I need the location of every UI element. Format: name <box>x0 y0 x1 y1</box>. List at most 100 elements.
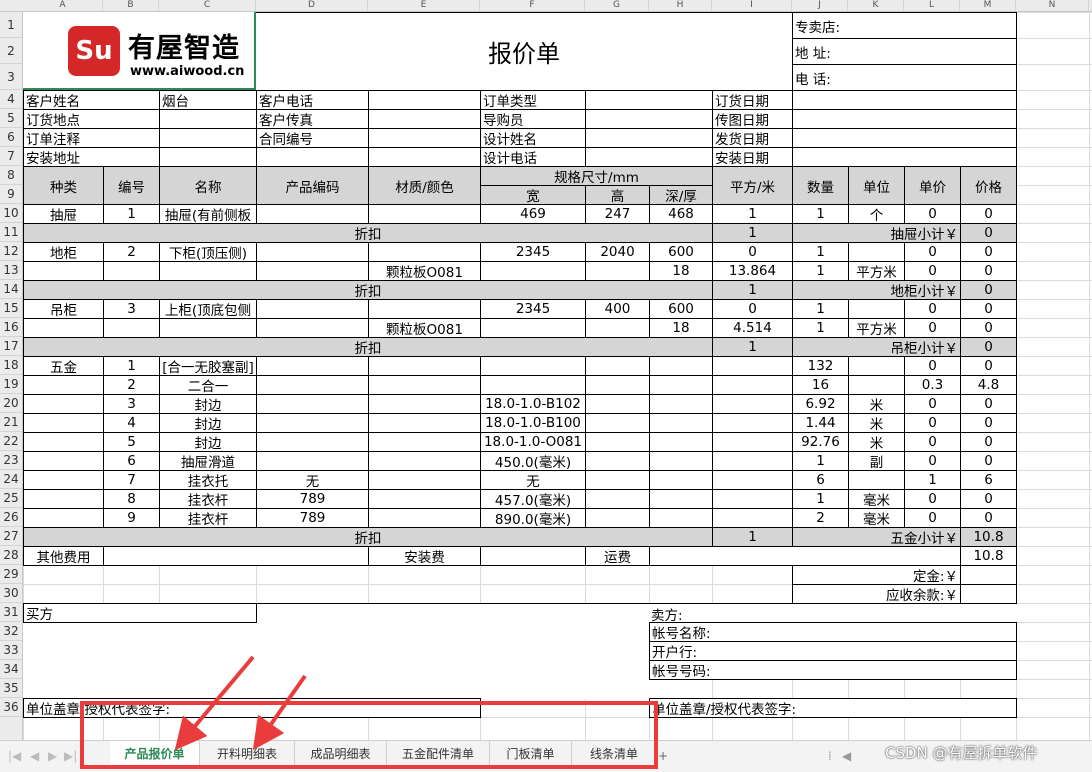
column-header-M[interactable]: M <box>960 0 1016 11</box>
item-cell[interactable]: 0 <box>960 356 1017 376</box>
item-cell[interactable] <box>368 394 481 414</box>
account-no-label[interactable]: 帐号号码: <box>649 660 1017 680</box>
item-cell[interactable] <box>368 470 481 490</box>
last-sheet-arrow-icon[interactable]: ▶| <box>64 749 77 763</box>
item-cell[interactable]: 18 <box>649 261 713 281</box>
item-cell[interactable] <box>712 432 793 452</box>
item-cell[interactable]: 0 <box>904 204 961 224</box>
discount-value[interactable]: 1 <box>712 527 793 547</box>
item-cell[interactable]: 副 <box>848 451 905 471</box>
item-cell[interactable]: 2 <box>103 375 160 395</box>
item-cell[interactable] <box>23 318 104 338</box>
item-cell[interactable] <box>23 413 104 433</box>
item-cell[interactable] <box>712 375 793 395</box>
item-cell[interactable]: 个 <box>848 204 905 224</box>
item-cell[interactable]: 1.44 <box>792 413 849 433</box>
item-cell[interactable]: 0 <box>960 432 1017 452</box>
info-cell[interactable]: 发货日期 <box>712 128 793 148</box>
info-cell[interactable]: 客户姓名 <box>23 90 160 110</box>
row-header-6[interactable]: 6 <box>0 128 22 147</box>
item-cell[interactable] <box>712 508 793 528</box>
item-cell[interactable]: 13.864 <box>712 261 793 281</box>
item-cell[interactable]: 0 <box>960 413 1017 433</box>
item-cell[interactable]: 五金 <box>23 356 104 376</box>
install-fee-value[interactable] <box>480 546 586 566</box>
item-cell[interactable] <box>649 375 713 395</box>
item-cell[interactable]: 1 <box>792 204 849 224</box>
row-header-15[interactable]: 15 <box>0 299 22 318</box>
item-cell[interactable] <box>256 299 369 319</box>
item-cell[interactable]: 无 <box>256 470 369 490</box>
subtotal-value[interactable]: 0 <box>960 337 1017 357</box>
balance-value[interactable] <box>960 584 1017 604</box>
item-cell[interactable]: 3 <box>103 299 160 319</box>
row-header-32[interactable]: 32 <box>0 622 22 641</box>
item-cell[interactable]: 9 <box>103 508 160 528</box>
item-cell[interactable] <box>585 375 650 395</box>
row-header-12[interactable]: 12 <box>0 242 22 261</box>
item-cell[interactable]: 0 <box>960 204 1017 224</box>
bank-label[interactable]: 开户行: <box>649 641 1017 661</box>
item-cell[interactable] <box>585 356 650 376</box>
info-cell[interactable]: 传图日期 <box>712 109 793 129</box>
item-cell[interactable] <box>23 489 104 509</box>
column-header-D[interactable]: D <box>256 0 368 11</box>
row-header-11[interactable]: 11 <box>0 223 22 242</box>
item-cell[interactable]: 8 <box>103 489 160 509</box>
info-cell[interactable] <box>792 128 1017 148</box>
header-name[interactable]: 名称 <box>159 166 257 205</box>
row-header-17[interactable]: 17 <box>0 337 22 356</box>
scroll-divider-icon[interactable]: ⁞ <box>828 749 832 763</box>
row-header-14[interactable]: 14 <box>0 280 22 299</box>
item-cell[interactable] <box>23 432 104 452</box>
item-cell[interactable] <box>159 261 257 281</box>
row-header-30[interactable]: 30 <box>0 584 22 603</box>
item-cell[interactable] <box>256 356 369 376</box>
item-cell[interactable] <box>103 261 160 281</box>
row-header-25[interactable]: 25 <box>0 489 22 508</box>
item-cell[interactable]: 2 <box>792 508 849 528</box>
item-cell[interactable] <box>649 394 713 414</box>
item-cell[interactable] <box>649 356 713 376</box>
item-cell[interactable] <box>159 318 257 338</box>
item-cell[interactable]: 0 <box>960 394 1017 414</box>
item-cell[interactable]: 抽屉滑道 <box>159 451 257 471</box>
info-cell[interactable]: 设计电话 <box>480 147 586 167</box>
item-cell[interactable]: 4 <box>103 413 160 433</box>
info-cell[interactable] <box>368 128 481 148</box>
item-cell[interactable]: 0 <box>904 356 961 376</box>
item-cell[interactable]: 18.0-1.0-B102 <box>480 394 586 414</box>
subtotal-value[interactable]: 0 <box>960 280 1017 300</box>
item-cell[interactable]: 2040 <box>585 242 650 262</box>
item-cell[interactable] <box>23 394 104 414</box>
item-cell[interactable]: 封边 <box>159 394 257 414</box>
row-header-16[interactable]: 16 <box>0 318 22 337</box>
address-label[interactable]: 地 址: <box>792 38 1017 65</box>
item-cell[interactable]: 抽屉(有前侧板 <box>159 204 257 224</box>
item-cell[interactable] <box>368 242 481 262</box>
item-cell[interactable]: 1 <box>792 242 849 262</box>
item-cell[interactable]: 469 <box>480 204 586 224</box>
item-cell[interactable] <box>256 242 369 262</box>
item-cell[interactable] <box>480 375 586 395</box>
header-area[interactable]: 平方/米 <box>712 166 793 205</box>
sheet-tab[interactable]: 五金配件清单 <box>387 741 490 767</box>
item-cell[interactable]: 247 <box>585 204 650 224</box>
header-price[interactable]: 单价 <box>904 166 961 205</box>
sheet-tab[interactable]: 线条清单 <box>572 741 657 767</box>
info-cell[interactable] <box>792 109 1017 129</box>
item-cell[interactable]: 18.0-1.0-B100 <box>480 413 586 433</box>
row-header-28[interactable]: 28 <box>0 546 22 565</box>
info-cell[interactable]: 订单类型 <box>480 90 586 110</box>
header-qty[interactable]: 数量 <box>792 166 849 205</box>
item-cell[interactable]: 0 <box>904 489 961 509</box>
column-header-N[interactable]: N <box>1016 0 1089 11</box>
buyer-label[interactable]: 买方 <box>23 603 257 623</box>
row-header-29[interactable]: 29 <box>0 565 22 584</box>
row-header-13[interactable]: 13 <box>0 261 22 280</box>
column-header-C[interactable]: C <box>159 0 256 11</box>
sheet-title[interactable]: 报价单 <box>256 12 793 91</box>
header-width[interactable]: 宽 <box>480 185 586 205</box>
item-cell[interactable]: 0 <box>904 299 961 319</box>
item-cell[interactable]: 平方米 <box>848 261 905 281</box>
